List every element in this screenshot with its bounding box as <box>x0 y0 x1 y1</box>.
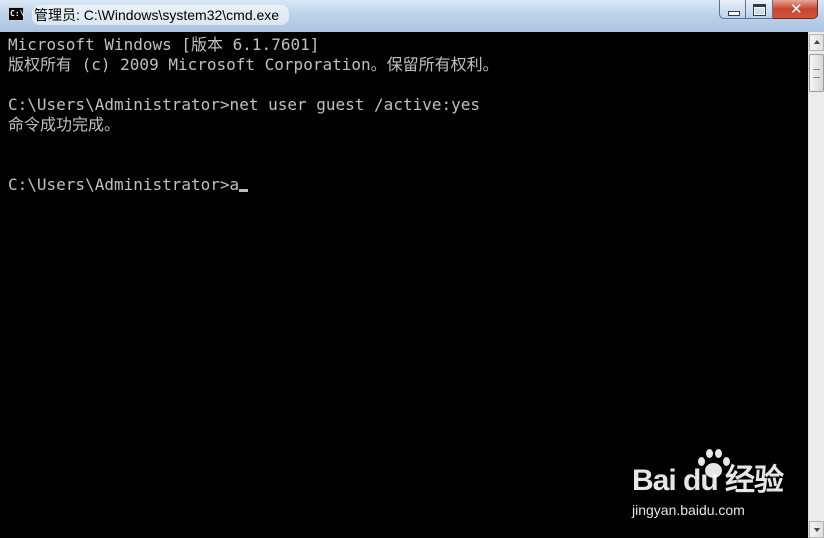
close-button[interactable]: ✕ <box>773 0 818 19</box>
cmd-window: C:\ 管理员: C:\Windows\system32\cmd.exe ✕ M… <box>0 0 824 538</box>
maximize-icon <box>753 4 766 16</box>
cmd-app-icon-text: C:\ <box>10 9 25 18</box>
baidu-logo-text: Bai du 经验 <box>632 464 784 497</box>
scroll-thumb[interactable] <box>809 54 824 92</box>
console-prompt-text: C:\Users\Administrator>a <box>8 175 240 194</box>
console-line-version: Microsoft Windows [版本 6.1.7601] <box>8 35 320 54</box>
console-prompt-line[interactable]: C:\Users\Administrator>a <box>8 175 249 195</box>
maximize-button[interactable] <box>746 0 773 19</box>
baidu-url-text: jingyan.baidu.com <box>632 502 745 518</box>
window-title: 管理员: C:\Windows\system32\cmd.exe <box>32 5 290 25</box>
console-line-copyright: 版权所有 (c) 2009 Microsoft Corporation。保留所有… <box>8 55 499 74</box>
cmd-app-icon[interactable]: C:\ <box>8 7 24 21</box>
text-cursor <box>239 189 249 192</box>
close-icon: ✕ <box>790 0 803 18</box>
console-line-command: C:\Users\Administrator>net user guest /a… <box>8 95 481 114</box>
scroll-up-button[interactable] <box>809 34 824 51</box>
console-line-result: 命令成功完成。 <box>8 115 121 134</box>
window-controls: ✕ <box>719 0 818 20</box>
baidu-jingyan-watermark: Bai du 经验 jingyan.baidu.com <box>630 445 790 525</box>
minimize-button[interactable] <box>719 0 746 19</box>
vertical-scrollbar[interactable] <box>808 32 824 538</box>
scroll-down-button[interactable] <box>809 521 824 538</box>
minimize-icon <box>728 11 740 16</box>
title-bar[interactable]: C:\ 管理员: C:\Windows\system32\cmd.exe ✕ <box>0 0 824 32</box>
